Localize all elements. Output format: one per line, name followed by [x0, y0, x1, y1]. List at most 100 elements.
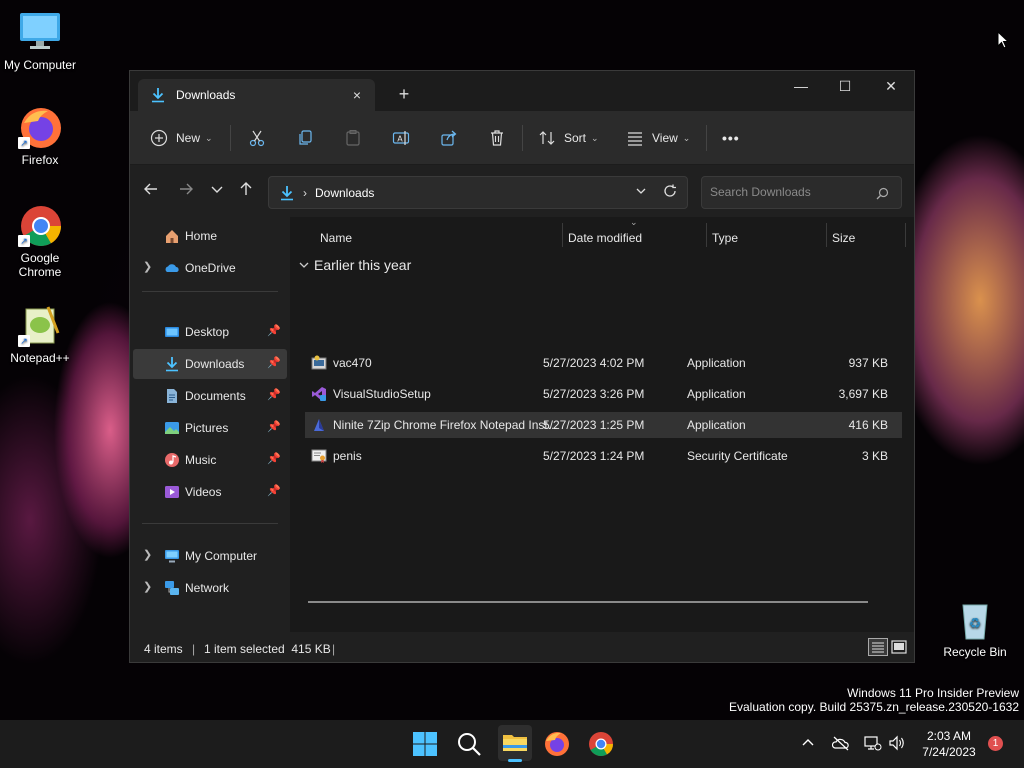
- file-row[interactable]: penis 5/27/2023 1:24 PM Security Certifi…: [305, 443, 902, 469]
- tab-close-button[interactable]: ×: [347, 85, 367, 105]
- search-icon: [876, 187, 889, 200]
- scissors-icon: [249, 130, 265, 147]
- sidebar-item-music[interactable]: Music 📌: [133, 445, 287, 475]
- onedrive-tray-icon[interactable]: [831, 735, 850, 754]
- recent-locations-button[interactable]: [206, 181, 228, 203]
- chrome-icon: ↗: [18, 203, 62, 247]
- network-tray-icon[interactable]: [864, 735, 882, 754]
- sidebar-item-label: Network: [185, 581, 230, 595]
- search-button[interactable]: [454, 729, 484, 759]
- ninite-icon: [314, 419, 324, 431]
- column-header-size[interactable]: Size: [832, 223, 855, 253]
- sidebar-item-my-computer[interactable]: ❯ My Computer: [133, 541, 287, 571]
- sidebar-item-downloads[interactable]: Downloads 📌: [133, 349, 287, 379]
- taskbar-chrome[interactable]: [586, 729, 616, 759]
- paste-button[interactable]: [344, 125, 362, 151]
- start-button[interactable]: [410, 729, 440, 759]
- watermark-line2: Evaluation copy. Build 25375.zn_release.…: [729, 700, 1019, 714]
- visual-studio-icon: [312, 387, 326, 401]
- desktop-icon-firefox[interactable]: ↗ Firefox: [0, 105, 80, 167]
- refresh-button[interactable]: [663, 184, 677, 201]
- chrome-icon: [589, 732, 613, 757]
- pictures-folder-icon: [165, 422, 179, 434]
- address-history-button[interactable]: [635, 185, 647, 200]
- paste-icon: [346, 130, 360, 146]
- file-row[interactable]: vac470 5/27/2023 4:02 PM Application 937…: [305, 350, 902, 376]
- status-separator: |: [192, 642, 196, 656]
- mouse-cursor-icon: [997, 31, 1009, 49]
- file-row[interactable]: Ninite 7Zip Chrome Firefox Notepad Inst.…: [305, 412, 902, 438]
- column-header-name[interactable]: Name: [320, 223, 352, 253]
- toolbar-divider: [522, 125, 523, 151]
- firefox-icon: ↗: [18, 105, 62, 149]
- desktop-icon-recycle-bin[interactable]: ♻ Recycle Bin: [935, 597, 1015, 659]
- pin-icon: 📌: [267, 485, 281, 497]
- status-separator: |: [332, 642, 336, 656]
- horizontal-scrollbar[interactable]: [308, 601, 868, 603]
- group-label: Earlier this year: [314, 257, 412, 273]
- firefox-icon: [545, 732, 569, 756]
- taskbar-file-explorer[interactable]: [498, 725, 532, 762]
- group-header-earlier-this-year[interactable]: Earlier this year: [298, 257, 411, 273]
- sidebar-item-network[interactable]: ❯ Network: [133, 573, 287, 603]
- delete-button[interactable]: [488, 125, 506, 151]
- view-button[interactable]: View ⌄: [626, 125, 690, 151]
- recycle-bin-icon: ♻: [953, 597, 997, 641]
- taskbar-firefox[interactable]: [542, 729, 572, 759]
- maximize-button[interactable]: ☐: [822, 71, 868, 101]
- svg-text:A: A: [397, 135, 403, 144]
- back-button[interactable]: [140, 181, 162, 203]
- address-bar[interactable]: › Downloads: [268, 176, 688, 209]
- details-view-button[interactable]: [868, 638, 888, 656]
- desktop-icon-chrome[interactable]: ↗ Google Chrome: [0, 203, 80, 279]
- volume-tray-icon[interactable]: [888, 735, 906, 754]
- sidebar-item-onedrive[interactable]: ❯ OneDrive: [133, 253, 287, 283]
- breadcrumb-downloads[interactable]: Downloads: [315, 186, 374, 200]
- file-explorer-window: Downloads × + — ☐ ✕ New ⌄ A Sort ⌄ View …: [129, 70, 915, 663]
- sidebar-item-videos[interactable]: Videos 📌: [133, 477, 287, 507]
- sidebar-item-pictures[interactable]: Pictures 📌: [133, 413, 287, 443]
- file-type: Application: [687, 418, 746, 432]
- column-divider[interactable]: [826, 223, 827, 247]
- column-divider[interactable]: [562, 223, 563, 247]
- file-row[interactable]: VisualStudioSetup 5/27/2023 3:26 PM Appl…: [305, 381, 902, 407]
- close-button[interactable]: ✕: [868, 71, 914, 101]
- network-icon: [165, 581, 179, 595]
- sidebar-item-desktop[interactable]: Desktop 📌: [133, 317, 287, 347]
- notification-badge[interactable]: 1: [988, 736, 1003, 751]
- tab-downloads[interactable]: Downloads ×: [138, 79, 375, 111]
- column-divider[interactable]: [706, 223, 707, 247]
- show-hidden-icons-button[interactable]: [800, 735, 816, 754]
- up-button[interactable]: [235, 181, 257, 203]
- tiles-view-button[interactable]: [890, 638, 908, 656]
- clock-date: 7/24/2023: [922, 745, 976, 759]
- column-divider[interactable]: [905, 223, 906, 247]
- navigation-pane: Home ❯ OneDrive Desktop 📌 Downloads 📌 Do…: [130, 217, 288, 633]
- new-button-label: New: [176, 131, 201, 145]
- share-button[interactable]: [440, 125, 458, 151]
- search-input[interactable]: [710, 185, 870, 199]
- plus-circle-icon: [150, 129, 168, 147]
- search-icon: [458, 733, 481, 756]
- sort-button[interactable]: Sort ⌄: [538, 125, 599, 151]
- windows-logo-icon: [413, 732, 437, 756]
- column-header-type[interactable]: Type: [712, 223, 738, 253]
- new-button[interactable]: New ⌄: [150, 125, 213, 151]
- sidebar-item-documents[interactable]: Documents 📌: [133, 381, 287, 411]
- cut-button[interactable]: [248, 125, 266, 151]
- pin-icon: 📌: [267, 421, 281, 433]
- clock[interactable]: 2:03 AM 7/24/2023: [915, 728, 983, 760]
- search-box[interactable]: [701, 176, 902, 209]
- minimize-button[interactable]: —: [778, 71, 824, 101]
- copy-button[interactable]: [296, 125, 314, 151]
- sidebar-item-home[interactable]: Home: [133, 221, 287, 251]
- new-tab-button[interactable]: +: [392, 83, 416, 107]
- more-options-button[interactable]: •••: [722, 125, 740, 151]
- forward-button[interactable]: [175, 181, 197, 203]
- file-name: penis: [333, 449, 362, 463]
- desktop-icon-label: Firefox: [21, 153, 59, 167]
- file-date: 5/27/2023 1:25 PM: [543, 418, 645, 432]
- desktop-icon-my-computer[interactable]: My Computer: [0, 10, 80, 72]
- desktop-icon-notepadpp[interactable]: ↗ Notepad++: [0, 303, 80, 365]
- rename-button[interactable]: A: [392, 125, 410, 151]
